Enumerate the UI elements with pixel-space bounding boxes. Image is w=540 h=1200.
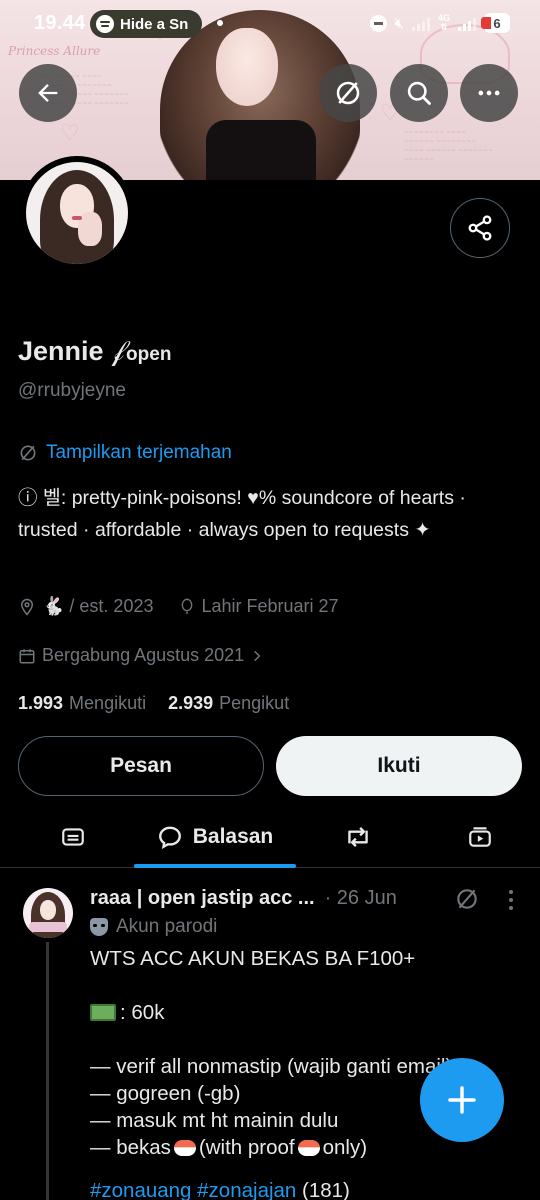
display-name: Jennie 𝒻 open <box>18 334 171 368</box>
parody-label: Akun parodi <box>90 916 217 938</box>
avatar <box>26 162 128 264</box>
profile-avatar[interactable] <box>20 156 134 270</box>
follow-stats: 1.993 Mengikuti 2.939 Pengikut <box>18 693 289 714</box>
followers-label[interactable]: Pengikut <box>219 693 289 714</box>
sushi-icon <box>173 1140 196 1156</box>
back-button[interactable] <box>19 64 77 122</box>
battery-icon: 6 <box>481 13 510 33</box>
banner-decoration: ~~~~~~~~ ~~~~ ~~~~~~ ~~~~~~~~ ~~~~ ~~~~~… <box>404 129 494 163</box>
calendar-icon <box>19 648 35 663</box>
name-decoration: 𝒻 <box>111 334 125 367</box>
tweet-item4-part: (with proof <box>198 1136 295 1159</box>
spotify-icon <box>96 15 114 33</box>
arrow-left-icon <box>38 84 58 102</box>
following-label[interactable]: Mengikuti <box>69 693 146 714</box>
translate-icon <box>20 445 36 461</box>
signal-icon <box>411 15 430 31</box>
tweet-price-line: : 60k <box>90 999 520 1026</box>
money-icon <box>90 1004 116 1021</box>
tab-reposts[interactable] <box>326 806 390 868</box>
follow-button[interactable]: Ikuti <box>276 736 522 796</box>
profile-bio: ⓘ 벨: pretty-pink-poisons! ♥% soundcore o… <box>18 487 466 541</box>
share-icon <box>468 215 492 241</box>
followers-count[interactable]: 2.939 <box>168 693 213 714</box>
repost-icon <box>348 827 368 847</box>
network-type: 4G ⇅ <box>437 13 450 32</box>
media-icon <box>469 827 491 847</box>
profile-joined: Bergabung Agustus 2021 <box>42 645 245 665</box>
sushi-icon <box>297 1140 320 1156</box>
do-not-disturb-icon <box>369 14 387 32</box>
media-notification-pill[interactable]: Hide a Sn <box>90 10 202 38</box>
chevron-right-icon <box>254 650 261 661</box>
profile-handle: @rrubyjeyne <box>18 380 126 401</box>
tweet-avatar-face <box>40 900 56 920</box>
translate-label: Tampilkan terjemahan <box>46 442 232 463</box>
profile-tabs: Balasan <box>0 806 540 868</box>
parody-mask-icon <box>90 918 108 936</box>
display-name-text: Jennie <box>18 336 104 366</box>
tweet-header: raaa | open jastip acc ... · 26 Jun <box>90 887 490 910</box>
tweet-item4-part: only) <box>322 1136 368 1159</box>
name-suffix: open <box>126 344 172 365</box>
translate-icon <box>336 81 360 105</box>
following-count[interactable]: 1.993 <box>18 693 63 714</box>
tweet-translate-button[interactable] <box>454 886 480 917</box>
tweet-hashtags[interactable]: #zonauang #zonajajan <box>90 1179 296 1200</box>
profile-birthday: Lahir Februari 27 <box>201 596 339 616</box>
profile-joined-row[interactable]: Bergabung Agustus 2021 <box>18 645 264 666</box>
banner-decoration: Princess Allure <box>8 44 101 58</box>
location-icon <box>20 598 34 616</box>
tweet-more-button[interactable] <box>505 888 517 917</box>
active-tab-indicator <box>134 864 296 868</box>
profile-meta-row: 🐇 / est. 2023 Lahir Februari 27 <box>18 596 339 617</box>
more-button[interactable] <box>460 64 518 122</box>
plus-icon <box>448 1086 476 1114</box>
tab-replies[interactable]: Balasan <box>134 806 296 868</box>
compose-button[interactable] <box>420 1058 504 1142</box>
media-title: Hide a Sn <box>120 15 189 33</box>
tweet-avatar-tag <box>29 922 67 932</box>
posts-icon <box>62 828 84 846</box>
tweet-hashtag-line: #zonauang #zonajajan (181) <box>90 1177 520 1200</box>
banner-figure-dress <box>206 120 316 180</box>
reply-icon <box>158 826 181 849</box>
heart-icon: ♡ <box>60 120 80 145</box>
tweet-count: (181) <box>302 1179 350 1200</box>
tab-replies-label: Balasan <box>192 825 274 848</box>
tweet-author-name[interactable]: raaa | open jastip acc ... <box>90 887 315 910</box>
more-horizontal-icon <box>478 90 500 96</box>
tab-media[interactable] <box>448 806 512 868</box>
signal-icon <box>458 15 476 31</box>
message-button[interactable]: Pesan <box>18 736 264 796</box>
tweet-item4-part: — bekas <box>90 1136 171 1159</box>
tab-posts[interactable] <box>40 806 106 868</box>
tweet-author-avatar[interactable] <box>23 888 73 938</box>
translate-button[interactable] <box>319 64 377 122</box>
search-icon <box>407 81 431 105</box>
balloon-icon <box>182 598 193 614</box>
thread-line <box>46 942 49 1200</box>
share-profile-button[interactable] <box>450 198 510 258</box>
tweet-line: WTS ACC AKUN BEKAS BA F100+ <box>90 947 416 970</box>
status-bar: 19.44 Hide a Sn 🔇︎ 4G ⇅ 6 <box>0 0 540 46</box>
status-icons: 🔇︎ 4G ⇅ 6 <box>369 12 510 34</box>
translate-bio-link[interactable]: Tampilkan terjemahan <box>18 442 232 464</box>
mute-icon: 🔇︎ <box>394 14 404 32</box>
search-button[interactable] <box>390 64 448 122</box>
parody-text: Akun parodi <box>116 916 218 937</box>
tweet-price: : 60k <box>120 1001 165 1024</box>
profile-location: 🐇 / est. 2023 <box>42 596 154 616</box>
translate-icon <box>457 889 477 909</box>
avatar-lip <box>72 216 82 220</box>
status-time: 19.44 <box>34 12 86 34</box>
tweet-date[interactable]: · 26 Jun <box>325 887 397 910</box>
notification-dot-icon <box>217 20 223 26</box>
more-vertical-icon <box>509 890 513 910</box>
